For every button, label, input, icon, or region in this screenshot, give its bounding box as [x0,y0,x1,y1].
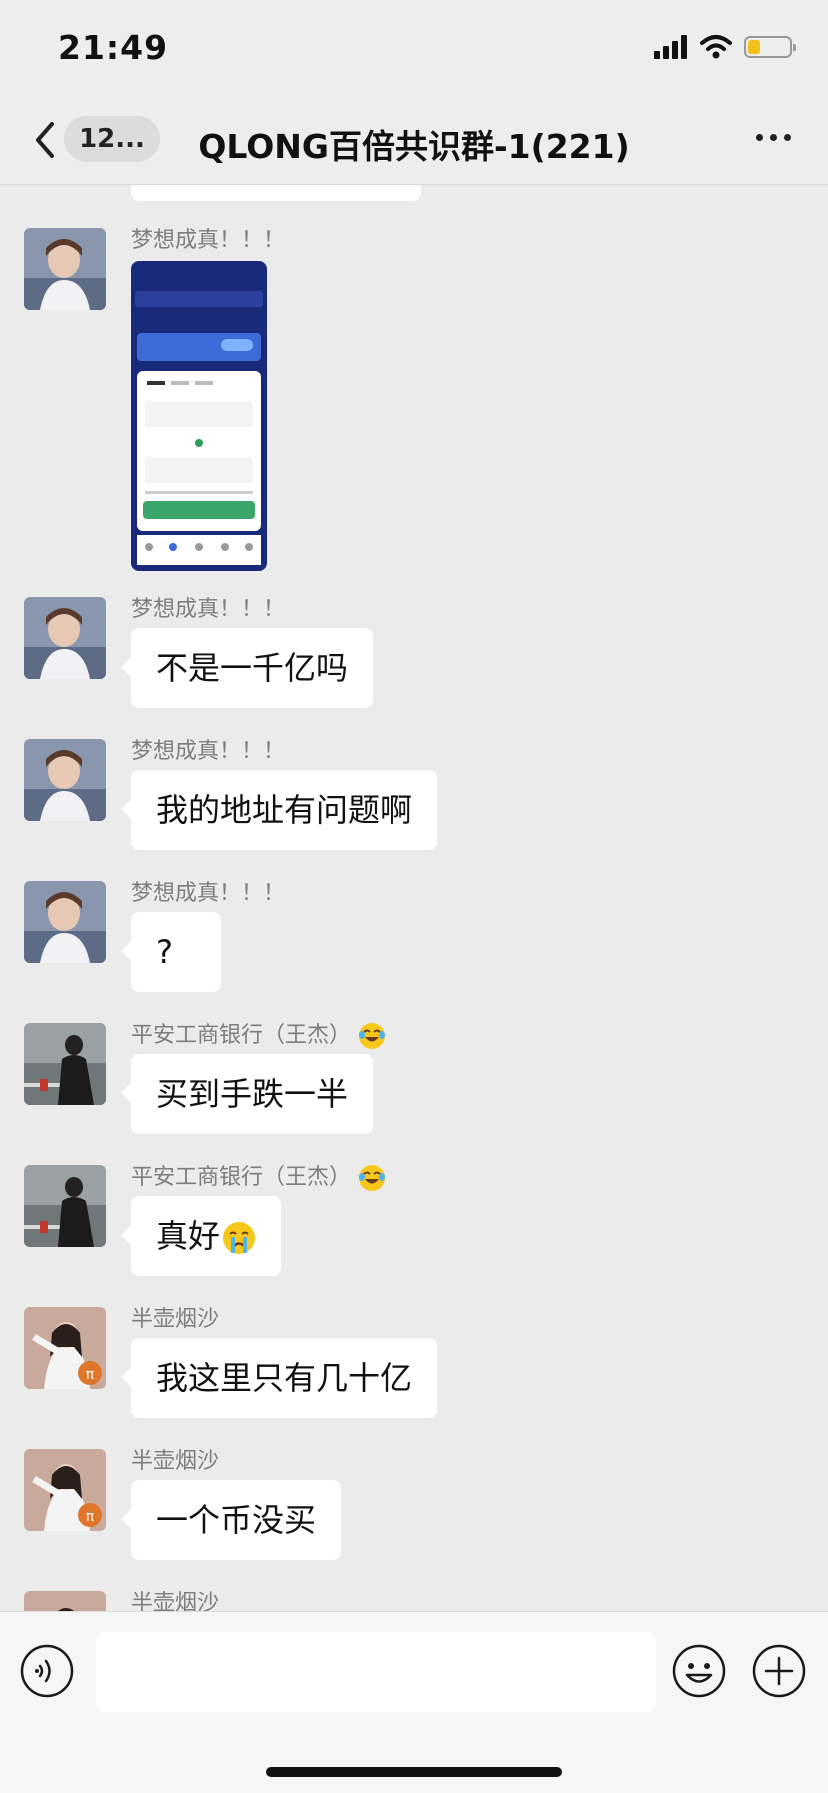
message-text: 我这里只有几十亿 [156,1359,413,1397]
message-text: 买到手跌一半 [156,1075,349,1113]
message-bubble[interactable]: 我的地址有问题啊 [120,770,438,850]
chat-title: QLONG百倍共识群-1(221) [198,127,630,166]
chat-header: 12... QLONG百倍共识群-1(221) [0,96,828,185]
avatar-banhu[interactable]: π [24,1449,106,1531]
sender-name: 半壶烟沙 [131,1449,220,1474]
more-options-icon[interactable] [754,126,794,150]
chat-input-bar [0,1611,828,1793]
sender-name: 半壶烟沙 [131,1307,220,1332]
voice-input-icon[interactable] [20,1644,74,1698]
laughing-tears-emoji-icon [359,1165,386,1191]
emoji-smiley-icon[interactable] [672,1644,726,1698]
message-bubble[interactable]: 不是一千亿吗 [120,628,374,708]
crying-face-emoji-icon [223,1222,256,1254]
sender-name: 梦想成真！！！ [131,597,286,622]
message-list[interactable]: 梦想成真！！！ 梦想成真！！！ 不是一千亿吗 梦想成真！！！ 我的地址有问题啊 … [0,185,828,1611]
battery-icon [744,36,796,58]
sender-name: 平安工商银行（王杰） [131,1159,386,1192]
avatar-dream[interactable] [24,597,106,679]
avatar-dream[interactable] [24,228,106,310]
message-text: 我的地址有问题啊 [156,791,413,829]
sender-name: 半壶烟沙 [131,1591,220,1611]
avatar-banhu[interactable]: π [24,1307,106,1389]
sender-name: 平安工商银行（王杰） [131,1017,386,1050]
wifi-icon [700,35,732,59]
message-text: 不是一千亿吗 [156,649,349,687]
add-attachment-icon[interactable] [752,1644,806,1698]
avatar-banhu[interactable] [24,1591,106,1611]
message-bubble[interactable]: 我这里只有几十亿 [120,1338,438,1418]
message-bubble[interactable]: 买到手跌一半 [120,1054,374,1134]
message-bubble[interactable]: 真好 [120,1196,282,1276]
cellular-signal-icon [654,35,688,59]
avatar-dream[interactable] [24,881,106,963]
status-bar: 21:49 [0,0,828,96]
avatar-wangjie[interactable] [24,1165,106,1247]
battery-level [748,40,760,54]
message-text: 真好 [156,1217,221,1255]
svg-text:π: π [86,1509,95,1525]
message-bubble[interactable]: ? [121,912,221,992]
sender-name: 梦想成真！！！ [131,881,286,906]
previous-message-bubble [131,185,421,201]
message-text: 一个币没买 [156,1501,317,1539]
shared-screenshot-image[interactable] [131,261,267,571]
laughing-tears-emoji-icon [359,1023,386,1049]
status-time: 21:49 [58,28,169,67]
home-indicator[interactable] [266,1767,562,1777]
message-text: ? [156,933,173,971]
status-icons [654,34,796,60]
svg-text:π: π [86,1367,95,1383]
avatar-wangjie[interactable] [24,1023,106,1105]
sender-name: 梦想成真！！！ [131,739,286,764]
sender-name: 梦想成真！！！ [131,228,286,253]
message-bubble[interactable]: 一个币没买 [120,1480,342,1560]
avatar-dream[interactable] [24,739,106,821]
message-input[interactable] [96,1632,656,1712]
